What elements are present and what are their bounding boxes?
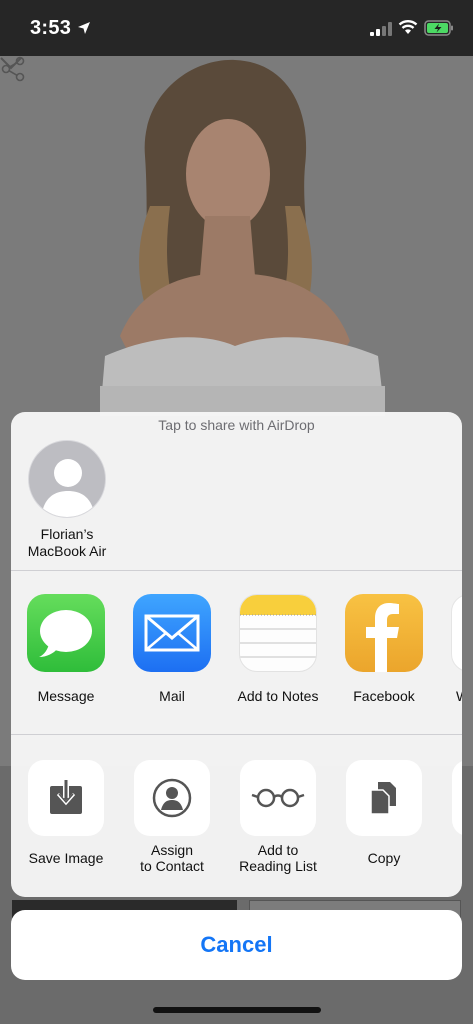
action-label: Assign to Contact (140, 842, 204, 874)
app-row: Message Mail Add to Notes Facebook (11, 594, 462, 734)
contact-icon (134, 760, 210, 836)
partial-action-icon (452, 760, 462, 836)
battery-charging-icon (424, 20, 453, 36)
divider (11, 734, 462, 735)
signal-icon (370, 22, 392, 36)
status-bar: 3:53 (0, 0, 473, 56)
share-icon[interactable] (0, 56, 26, 82)
app-label: Add to Notes (237, 688, 319, 704)
app-tile-facebook[interactable]: Facebook (334, 594, 434, 704)
device-name: Florian’s MacBook Air (27, 526, 107, 559)
status-time: 3:53 (30, 17, 72, 39)
app-label: Message (37, 688, 95, 704)
copy-icon (346, 760, 422, 836)
wifi-icon (398, 20, 418, 34)
action-row: Save Image Assign to Contact Add to Read… (11, 760, 462, 897)
action-save-image[interactable]: Save Image (16, 760, 116, 866)
action-assign-to-contact[interactable]: Assign to Contact (122, 760, 222, 874)
app-label: Mail (159, 688, 185, 704)
share-sheet: Tap to share with AirDrop Florian’s MacB… (11, 412, 462, 897)
app-tile-message[interactable]: Message (16, 594, 116, 704)
action-label: Add to Reading List (239, 842, 317, 874)
glasses-icon (240, 760, 316, 836)
app-tile-mail[interactable]: Mail (122, 594, 222, 704)
person-silhouette-icon (41, 459, 95, 517)
action-label: Save Image (28, 850, 104, 866)
app-tile-notes[interactable]: Add to Notes (228, 594, 328, 704)
location-arrow-icon (78, 22, 90, 34)
mail-icon (133, 594, 211, 672)
device-avatar (28, 440, 106, 518)
action-partial[interactable] (440, 760, 462, 836)
airdrop-device[interactable]: Florian’s MacBook Air (23, 440, 111, 560)
action-add-to-reading-list[interactable]: Add to Reading List (228, 760, 328, 874)
app-label: W (440, 688, 462, 704)
airdrop-title: Tap to share with AirDrop (158, 417, 315, 433)
messages-icon (27, 594, 105, 672)
facebook-icon (345, 594, 423, 672)
divider (11, 570, 462, 571)
cancel-button[interactable]: Cancel (11, 910, 462, 980)
screen: 3:53 Tap to share with AirDrop Florian’s… (0, 0, 473, 1024)
partial-app-icon (451, 594, 462, 672)
home-indicator (153, 1007, 321, 1013)
action-label: Copy (367, 850, 401, 866)
notes-icon (239, 594, 317, 672)
app-label: Facebook (353, 688, 415, 704)
save-image-icon (28, 760, 104, 836)
app-tile-partial[interactable]: W (440, 594, 462, 704)
action-copy[interactable]: Copy (334, 760, 434, 866)
